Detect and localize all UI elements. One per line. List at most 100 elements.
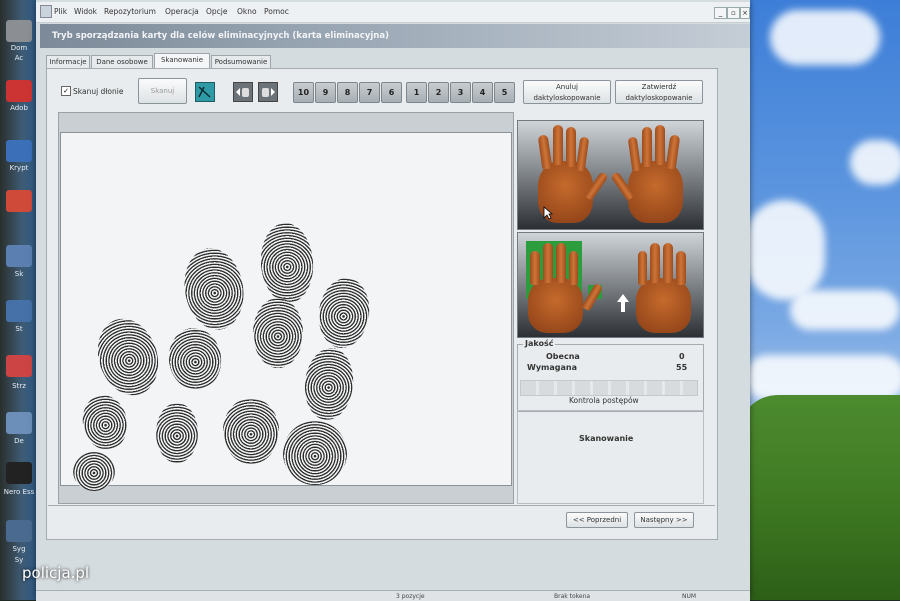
finger [650,243,660,283]
fingerprint-scan-image [60,132,512,491]
wallpaper-cloud [850,140,900,185]
desktop-icon-label: Sy [14,556,24,564]
scan-button[interactable]: Skanuj [138,78,187,104]
desktop-icon[interactable] [6,520,32,542]
tab-podsumowanie[interactable]: Podsumowanie [211,55,271,69]
tab-skanowanie[interactable]: Skanowanie [154,53,210,69]
finger [627,136,642,172]
desktop-icon[interactable] [6,190,32,212]
desktop-icon[interactable] [6,245,32,267]
finger-button-1[interactable]: 1 [406,82,427,103]
wallpaper-cloud [745,200,825,300]
finger [663,243,673,283]
scan-palms-label: Skanuj dłonie [73,87,124,96]
finger [537,134,553,170]
hand-left-icon[interactable] [233,82,253,102]
quality-current-value: 0 [679,352,685,361]
arrow-up-icon [617,294,629,312]
fingerprint-impression [77,391,133,454]
watermark: policja.pl [22,564,90,582]
quality-required-label: Wymagana [527,363,577,372]
app-icon [40,5,52,18]
right-palm [636,278,691,333]
status-box [517,410,704,504]
finger-button-10[interactable]: 10 [293,82,314,103]
hand-position-guide [517,232,704,338]
finger [569,251,578,285]
fingerprint-impression [156,403,198,463]
previous-button[interactable]: << Poprzedni [566,512,628,528]
status-num-lock: NUM [682,593,697,600]
scan-status-text: Skanowanie [579,434,634,443]
finger [676,251,686,285]
desktop-icon-label: Sk [14,270,24,278]
finger [655,125,665,165]
desktop-icon-label: Syg [12,545,26,553]
menu-operation[interactable]: Operacja [165,7,199,16]
fingerprint-impression [88,310,168,404]
desktop-icon-label: Ac [14,54,24,62]
finger [530,251,540,285]
wallpaper-hill [738,395,900,600]
menu-window[interactable]: Okno [237,7,257,16]
finger-button-5[interactable]: 5 [494,82,515,103]
menu-repository[interactable]: Repozytorium [104,7,156,16]
minimize-icon[interactable]: _ [714,7,727,19]
divider [48,505,715,506]
close-icon[interactable]: × [740,7,750,19]
adobe-icon[interactable] [6,80,32,102]
wallpaper-cloud [790,290,900,330]
menu-view[interactable]: Widok [74,7,97,16]
finger [665,134,681,170]
wallpaper-cloud [770,10,880,65]
fingerprint-impression [73,451,115,491]
fingerprint-impression [314,274,374,352]
tab-informacje[interactable]: Informacje [46,55,90,69]
desktop-icon-label: Strz [12,382,26,390]
finger-button-8[interactable]: 8 [337,82,358,103]
status-bar: 3 pozycje Brak tokena NUM [36,590,750,601]
finger [543,243,553,283]
fingerprint-impression [223,398,279,464]
desktop-icon[interactable] [6,355,32,377]
palm-reference-image [517,120,704,230]
next-button[interactable]: Następny >> [634,512,694,528]
fingerprint-impression [283,421,347,485]
desktop-icon-label: Dom [10,44,28,52]
desktop-icon[interactable] [6,20,32,42]
menu-help[interactable]: Pomoc [264,7,289,16]
nero-icon[interactable] [6,462,32,484]
finger-button-2[interactable]: 2 [428,82,449,103]
menu-options[interactable]: Opcje [206,7,228,16]
finger-button-7[interactable]: 7 [359,82,380,103]
status-token: Brak tokena [554,593,591,600]
wallpaper-cloud [745,355,900,400]
menu-file[interactable]: Plik [54,7,67,16]
restore-icon[interactable]: ▫ [727,7,740,19]
finger-button-9[interactable]: 9 [315,82,336,103]
calibration-icon[interactable] [195,82,215,102]
desktop-icon-label: Krypt [9,164,29,172]
tab-dane-osobowe[interactable]: Dane osobowe [91,55,153,69]
status-items-count: 3 pozycje [396,593,425,600]
menu-bar: Plik Widok Repozytorium Operacja Opcje O… [36,2,750,23]
fingerprint-impression [178,243,250,335]
finger-button-4[interactable]: 4 [472,82,493,103]
desktop-icon-label: De [14,437,24,445]
cancel-fingerprinting-button[interactable]: Anuluj daktyloskopowanie [523,80,611,104]
quality-current-label: Obecna [546,352,580,361]
finger [553,125,563,165]
finger-button-6[interactable]: 6 [381,82,402,103]
desktop-icon[interactable] [6,140,32,162]
hand-right-icon[interactable] [258,82,278,102]
scan-palms-checkbox[interactable]: ✓ [61,86,71,96]
finger-button-3[interactable]: 3 [450,82,471,103]
desktop-icon[interactable] [6,412,32,434]
fingerprint-impression [301,345,357,423]
confirm-fingerprinting-button[interactable]: Zatwierdź daktyloskopowanie [615,80,703,104]
finger [575,136,590,172]
fingerprint-impression [164,324,226,394]
quality-progress-bar [520,380,698,396]
desktop-icon[interactable] [6,300,32,322]
quality-required-value: 55 [676,363,688,372]
